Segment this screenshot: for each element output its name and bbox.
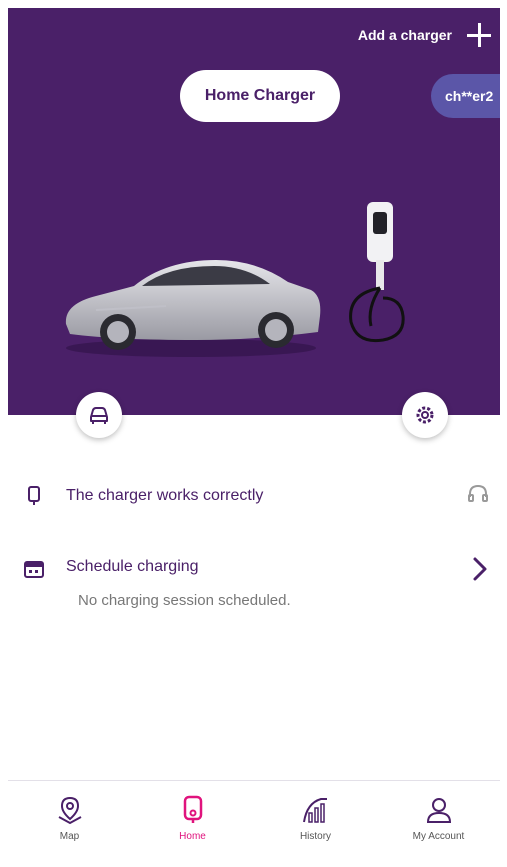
charger-tab-home[interactable]: Home Charger — [180, 70, 340, 122]
chart-icon — [302, 798, 327, 823]
bottom-nav: Map Home History My Account — [8, 780, 500, 859]
car-icon — [90, 407, 108, 424]
schedule-charging-row[interactable]: Schedule charging No charging session sc… — [20, 552, 495, 622]
nav-label-history: History — [299, 831, 332, 842]
charger-status-text: The charger works correctly — [66, 487, 264, 504]
settings-button[interactable] — [402, 392, 448, 438]
wall-charger-image — [349, 202, 405, 343]
nav-item-history[interactable]: History — [254, 781, 377, 859]
charger-status-icon — [20, 486, 48, 506]
charger-tab-other[interactable]: ch**er2 — [431, 74, 500, 118]
nav-label-map: Map — [59, 831, 80, 842]
plus-icon — [466, 22, 492, 48]
hero-banner: Add a charger Home Charger ch**er2 — [8, 8, 500, 415]
map-pin-icon — [58, 796, 81, 825]
user-icon — [426, 798, 451, 823]
schedule-title: Schedule charging — [66, 558, 199, 575]
nav-item-account[interactable]: My Account — [377, 781, 500, 859]
charger-tab-label: ch**er2 — [445, 88, 494, 104]
gear-icon — [416, 406, 434, 424]
car-image — [65, 260, 321, 357]
vehicle-button[interactable] — [76, 392, 122, 438]
nav-label-home: Home — [179, 831, 206, 842]
charger-icon — [183, 795, 202, 823]
calendar-icon — [24, 560, 44, 583]
add-charger-button[interactable]: Add a charger — [358, 22, 492, 48]
add-charger-label: Add a charger — [357, 27, 452, 43]
nav-item-map[interactable]: Map — [8, 781, 131, 859]
nav-item-home[interactable]: Home — [131, 781, 254, 859]
nav-label-account: My Account — [412, 831, 465, 842]
charger-tab-label: Home Charger — [204, 87, 316, 104]
chevron-right-icon — [471, 556, 489, 587]
schedule-subtitle: No charging session scheduled. — [78, 592, 291, 609]
charger-status-row: The charger works correctly — [20, 478, 490, 514]
headset-icon[interactable] — [466, 482, 490, 511]
